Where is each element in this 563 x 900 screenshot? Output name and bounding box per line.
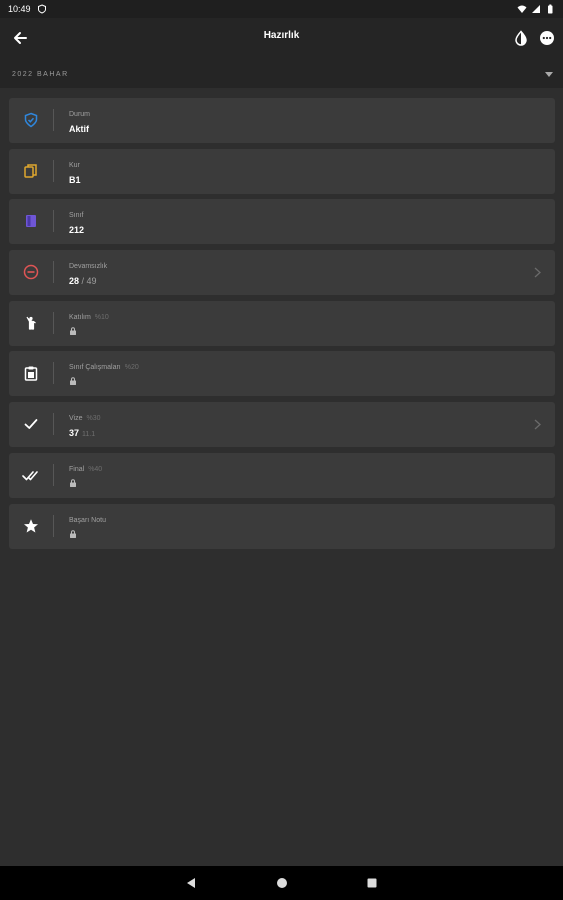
- vize-weighted-score: 11.1: [82, 431, 96, 439]
- card-vize[interactable]: Vize %30 37 11.1: [9, 402, 555, 448]
- app-bar: Hazırlık: [0, 18, 563, 58]
- check-icon: [24, 419, 38, 430]
- card-weight: %20: [124, 364, 139, 372]
- vize-score: 37: [69, 428, 80, 439]
- card-label: Kur: [69, 161, 80, 169]
- chevron-right-icon: [534, 419, 541, 430]
- theme-toggle-button[interactable]: [511, 28, 531, 48]
- card-label: Sınıf: [69, 212, 84, 220]
- signal-icon: [532, 5, 540, 13]
- card-value: 212: [69, 225, 85, 236]
- status-time: 10:49: [8, 4, 31, 14]
- card-value: B1: [69, 174, 81, 185]
- divider: [53, 362, 54, 385]
- card-label-text: Vize: [69, 415, 83, 423]
- card-label: Durum: [69, 111, 91, 118]
- card-label: Final %40: [69, 466, 102, 473]
- card-weight: %40: [88, 465, 103, 473]
- more-options-icon: [540, 31, 554, 45]
- status-bar: 10:49: [0, 0, 563, 18]
- divider: [53, 311, 54, 334]
- card-durum: Durum Aktif: [9, 98, 555, 143]
- grades-list: Durum Aktif Kur B1 Sınıf 212 Devamsızlık…: [9, 98, 555, 554]
- nav-recents-icon[interactable]: [366, 877, 378, 889]
- semester-label: 2022 BAHAR: [12, 71, 69, 78]
- divider: [53, 109, 54, 131]
- wifi-icon: [517, 5, 527, 13]
- page-title: Hazırlık: [263, 30, 300, 41]
- star-icon: [24, 518, 38, 532]
- card-label: Başarı Notu: [69, 516, 106, 524]
- divider: [53, 514, 54, 537]
- card-label: Katılım %10: [69, 314, 109, 321]
- divider: [53, 463, 54, 486]
- divider: [53, 159, 54, 182]
- nav-home-icon[interactable]: [276, 877, 288, 889]
- lock-icon: [70, 377, 76, 386]
- card-kur: Kur B1: [9, 148, 555, 194]
- lock-icon: [70, 529, 76, 538]
- shield-check-icon: [24, 112, 38, 128]
- divider: [53, 261, 54, 284]
- card-sinif-calismalari: Sınıf Çalışmaları %20: [9, 351, 555, 397]
- chevron-right-icon: [534, 267, 541, 278]
- caret-down-icon: [545, 72, 553, 77]
- lock-icon: [70, 327, 76, 335]
- attendance-limit: / 49: [81, 276, 97, 287]
- card-basari-notu: Başarı Notu: [9, 503, 555, 549]
- card-label-text: Katılım: [69, 313, 91, 321]
- card-value: 37 11.1: [69, 428, 95, 438]
- books-icon: [24, 163, 37, 178]
- shield-icon: [37, 4, 46, 14]
- theme-toggle-icon: [515, 30, 527, 46]
- card-final: Final %40: [9, 452, 555, 498]
- clipboard-icon: [24, 366, 38, 382]
- minus-circle-icon: [23, 264, 39, 280]
- lock-icon: [70, 479, 76, 487]
- card-label: Vize %30: [69, 415, 101, 422]
- card-weight: %10: [94, 313, 109, 321]
- card-katilim: Katılım %10: [9, 300, 555, 346]
- card-value: Aktif: [69, 124, 89, 134]
- attendance-count: 28: [69, 276, 80, 287]
- card-value: 28 / 49: [69, 276, 97, 286]
- card-label-text: Sınıf Çalışmaları: [69, 364, 121, 372]
- card-sinif: Sınıf 212: [9, 199, 555, 245]
- double-check-icon: [22, 471, 38, 481]
- more-options-button[interactable]: [537, 28, 557, 48]
- card-weight: %30: [86, 415, 101, 423]
- card-label: Sınıf Çalışmaları %20: [69, 364, 139, 371]
- divider: [53, 210, 54, 233]
- battery-icon: [548, 4, 553, 14]
- card-devamsizlik[interactable]: Devamsızlık 28 / 49: [9, 250, 555, 296]
- system-navigation-bar: [0, 866, 563, 900]
- book-icon: [26, 215, 36, 228]
- semester-selector[interactable]: 2022 BAHAR: [0, 58, 563, 88]
- card-label: Devamsızlık: [69, 263, 108, 271]
- nav-back-icon[interactable]: [185, 877, 197, 889]
- card-label-text: Final: [69, 465, 85, 473]
- divider: [53, 413, 54, 436]
- person-raised-hand-icon: [26, 316, 36, 330]
